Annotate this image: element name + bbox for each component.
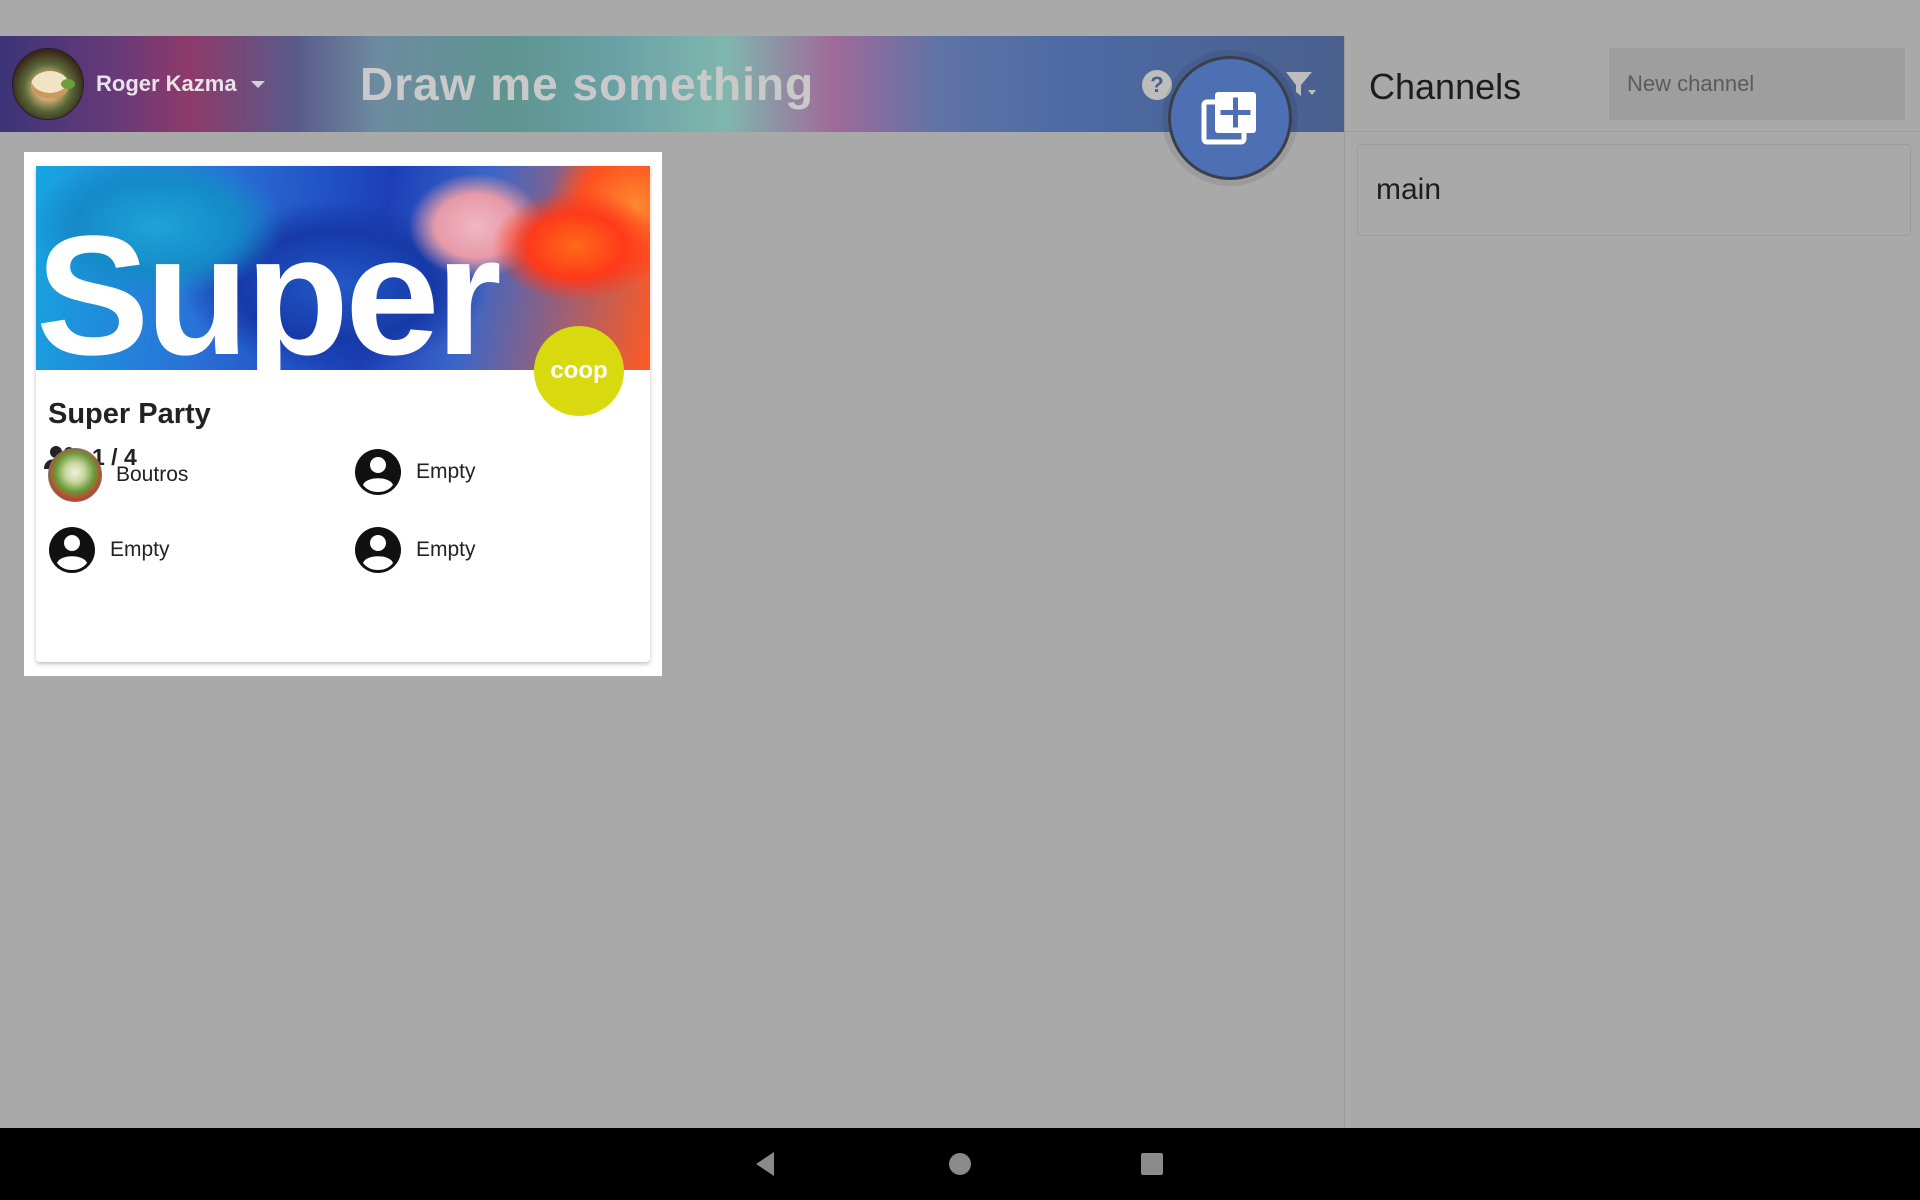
user-avatar[interactable] [12,48,84,120]
channels-header: Channels [1345,36,1920,132]
channel-item-main[interactable]: main [1357,144,1911,236]
room-card[interactable]: Super coop Super Party 1 / 4 Boutros Emp… [36,166,650,662]
room-title: Super Party [48,398,211,430]
seat-name: Boutros [116,463,189,486]
user-menu[interactable]: Roger Kazma [96,71,265,96]
empty-seat-icon [355,527,401,573]
recents-icon[interactable] [1136,1148,1168,1180]
mode-badge: coop [534,326,624,416]
add-room-icon [1201,92,1256,145]
channels-title: Channels [1369,66,1522,107]
seat-name: Empty [416,538,476,561]
seat-4[interactable]: Empty [354,526,476,574]
empty-seat-icon [49,527,95,573]
navigation-bar [0,1128,1920,1200]
seat-3[interactable]: Empty [48,526,170,574]
back-icon[interactable] [750,1148,782,1180]
seat-name: Empty [110,538,170,561]
app-title: Draw me something [360,58,815,110]
channels-panel: Channels main [1344,36,1920,1128]
seat-2[interactable]: Empty [354,448,476,496]
channel-label: main [1376,173,1442,206]
filter-icon[interactable] [1284,68,1318,102]
seat-name: Empty [416,460,476,483]
status-bar [0,0,1920,36]
chevron-down-icon [250,80,265,88]
user-name-label: Roger Kazma [96,71,237,96]
seat-1[interactable]: Boutros [48,448,188,502]
app-header: Roger Kazma Draw me something ? [0,36,1344,180]
room-banner-text: Super [36,201,502,370]
empty-seat-icon [355,449,401,495]
new-channel-field[interactable] [1609,48,1915,120]
player-avatar [48,448,102,502]
home-icon[interactable] [944,1148,976,1180]
create-room-button[interactable] [1168,56,1292,180]
room-card-container: Super coop Super Party 1 / 4 Boutros Emp… [24,152,662,676]
new-channel-input[interactable] [1627,71,1915,97]
help-icon[interactable]: ? [1142,70,1172,100]
